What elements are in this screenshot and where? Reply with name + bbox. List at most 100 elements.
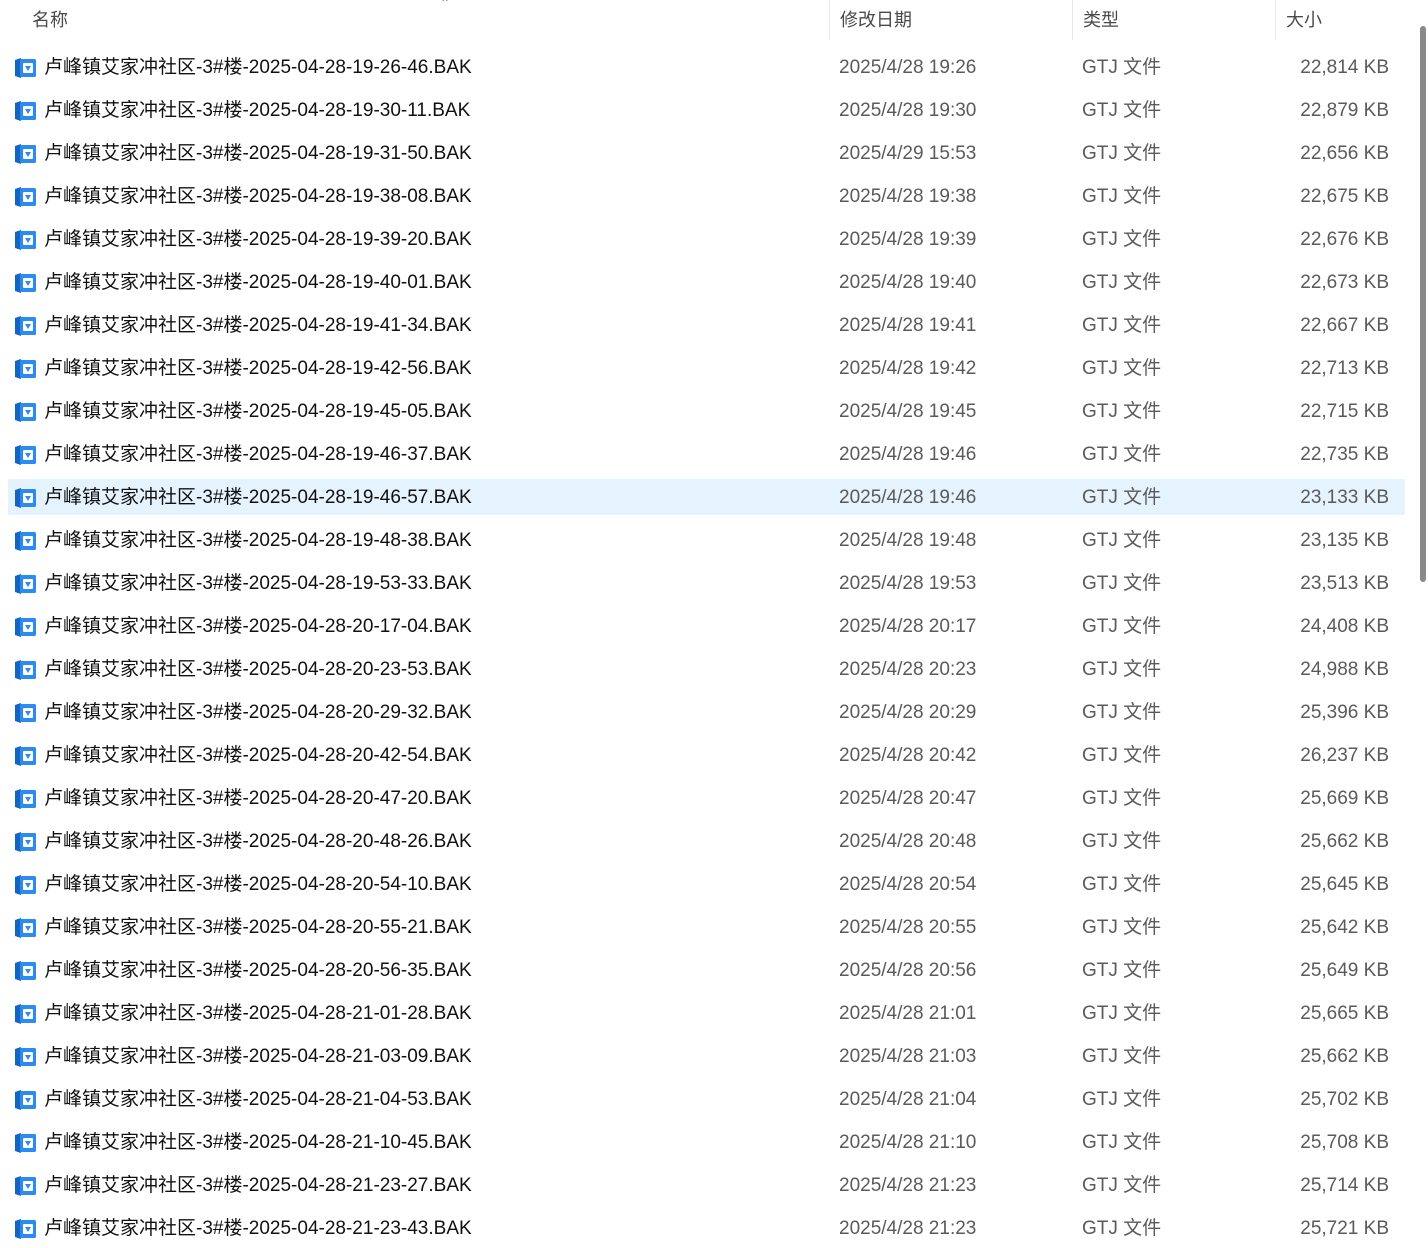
- file-modified-date: 2025/4/28 21:03: [839, 1046, 977, 1067]
- file-modified-date: 2025/4/28 21:23: [839, 1175, 977, 1196]
- file-row[interactable]: 卢峰镇艾家冲社区-3#楼-2025-04-28-20-56-35.BAK 2025…: [0, 949, 1418, 992]
- column-header-name-label: 名称: [32, 10, 68, 30]
- gtj-file-icon: [13, 1217, 37, 1241]
- gtj-file-icon: [13, 357, 37, 381]
- file-type: GTJ 文件: [1082, 444, 1162, 465]
- file-row[interactable]: 卢峰镇艾家冲社区-3#楼-2025-04-28-20-55-21.BAK 2025…: [0, 906, 1418, 949]
- file-size: 23,513 KB: [1300, 573, 1389, 594]
- file-row[interactable]: 卢峰镇艾家冲社区-3#楼-2025-04-28-19-45-05.BAK 2025…: [0, 390, 1418, 433]
- gtj-file-icon: [13, 1131, 37, 1155]
- gtj-file-icon: [13, 271, 37, 295]
- file-row[interactable]: 卢峰镇艾家冲社区-3#楼-2025-04-28-20-17-04.BAK 2025…: [0, 605, 1418, 648]
- gtj-file-icon: [13, 873, 37, 897]
- file-row[interactable]: 卢峰镇艾家冲社区-3#楼-2025-04-28-19-46-37.BAK 2025…: [0, 433, 1418, 476]
- file-size: 25,649 KB: [1300, 960, 1389, 981]
- file-row[interactable]: 卢峰镇艾家冲社区-3#楼-2025-04-28-21-01-28.BAK 2025…: [0, 992, 1418, 1035]
- file-type: GTJ 文件: [1082, 186, 1162, 207]
- file-row[interactable]: 卢峰镇艾家冲社区-3#楼-2025-04-28-19-38-08.BAK 2025…: [0, 175, 1418, 218]
- file-row[interactable]: 卢峰镇艾家冲社区-3#楼-2025-04-28-21-23-43.BAK 2025…: [0, 1207, 1418, 1248]
- file-modified-date: 2025/4/28 19:46: [839, 487, 977, 508]
- file-modified-date: 2025/4/28 19:45: [839, 401, 977, 422]
- file-row[interactable]: 卢峰镇艾家冲社区-3#楼-2025-04-28-19-40-01.BAK 2025…: [0, 261, 1418, 304]
- gtj-file-icon: [13, 701, 37, 725]
- gtj-file-icon: [13, 1088, 37, 1112]
- column-header-name[interactable]: 名称 ⌃: [22, 0, 828, 40]
- file-modified-date: 2025/4/28 19:30: [839, 100, 977, 121]
- scrollbar-thumb[interactable]: [1420, 26, 1426, 582]
- file-size: 22,673 KB: [1300, 272, 1389, 293]
- gtj-file-icon: [13, 56, 37, 80]
- file-type: GTJ 文件: [1082, 745, 1162, 766]
- file-row[interactable]: 卢峰镇艾家冲社区-3#楼-2025-04-28-20-47-20.BAK 2025…: [0, 777, 1418, 820]
- file-size: 25,665 KB: [1300, 1003, 1389, 1024]
- file-type: GTJ 文件: [1082, 573, 1162, 594]
- file-row[interactable]: 卢峰镇艾家冲社区-3#楼-2025-04-28-20-29-32.BAK 2025…: [0, 691, 1418, 734]
- file-size: 25,714 KB: [1300, 1175, 1389, 1196]
- file-row[interactable]: 卢峰镇艾家冲社区-3#楼-2025-04-28-19-48-38.BAK 2025…: [0, 519, 1418, 562]
- vertical-scrollbar[interactable]: [1418, 0, 1428, 1248]
- file-row[interactable]: 卢峰镇艾家冲社区-3#楼-2025-04-28-19-26-46.BAK 2025…: [0, 46, 1418, 89]
- file-modified-date: 2025/4/28 20:17: [839, 616, 977, 637]
- file-name: 卢峰镇艾家冲社区-3#楼-2025-04-28-19-39-20.BAK: [44, 229, 472, 250]
- sort-ascending-icon: ⌃: [440, 0, 451, 10]
- file-row[interactable]: 卢峰镇艾家冲社区-3#楼-2025-04-28-19-42-56.BAK 2025…: [0, 347, 1418, 390]
- file-row[interactable]: 卢峰镇艾家冲社区-3#楼-2025-04-28-19-31-50.BAK 2025…: [0, 132, 1418, 175]
- file-name: 卢峰镇艾家冲社区-3#楼-2025-04-28-21-23-43.BAK: [44, 1218, 472, 1239]
- file-modified-date: 2025/4/28 19:26: [839, 57, 977, 78]
- file-row[interactable]: 卢峰镇艾家冲社区-3#楼-2025-04-28-20-42-54.BAK 2025…: [0, 734, 1418, 777]
- column-header-date[interactable]: 修改日期: [829, 0, 1071, 40]
- file-type: GTJ 文件: [1082, 960, 1162, 981]
- column-header-type[interactable]: 类型: [1072, 0, 1274, 40]
- file-type: GTJ 文件: [1082, 874, 1162, 895]
- file-modified-date: 2025/4/28 20:23: [839, 659, 977, 680]
- file-row[interactable]: 卢峰镇艾家冲社区-3#楼-2025-04-28-20-54-10.BAK 2025…: [0, 863, 1418, 906]
- file-type: GTJ 文件: [1082, 831, 1162, 852]
- file-row[interactable]: 卢峰镇艾家冲社区-3#楼-2025-04-28-20-23-53.BAK 2025…: [0, 648, 1418, 691]
- file-type: GTJ 文件: [1082, 1218, 1162, 1239]
- file-name: 卢峰镇艾家冲社区-3#楼-2025-04-28-21-23-27.BAK: [44, 1175, 472, 1196]
- file-row[interactable]: 卢峰镇艾家冲社区-3#楼-2025-04-28-19-39-20.BAK 2025…: [0, 218, 1418, 261]
- file-row[interactable]: 卢峰镇艾家冲社区-3#楼-2025-04-28-19-30-11.BAK 2025…: [0, 89, 1418, 132]
- file-row[interactable]: 卢峰镇艾家冲社区-3#楼-2025-04-28-21-10-45.BAK 2025…: [0, 1121, 1418, 1164]
- gtj-file-icon: [13, 1045, 37, 1069]
- file-type: GTJ 文件: [1082, 315, 1162, 336]
- gtj-file-icon: [13, 615, 37, 639]
- file-rows: 卢峰镇艾家冲社区-3#楼-2025-04-28-19-26-46.BAK 2025…: [0, 46, 1418, 1248]
- file-modified-date: 2025/4/28 19:39: [839, 229, 977, 250]
- file-name: 卢峰镇艾家冲社区-3#楼-2025-04-28-20-56-35.BAK: [44, 960, 472, 981]
- file-row[interactable]: 卢峰镇艾家冲社区-3#楼-2025-04-28-21-03-09.BAK 2025…: [0, 1035, 1418, 1078]
- file-type: GTJ 文件: [1082, 616, 1162, 637]
- file-row[interactable]: 卢峰镇艾家冲社区-3#楼-2025-04-28-21-23-27.BAK 2025…: [0, 1164, 1418, 1207]
- file-modified-date: 2025/4/28 20:29: [839, 702, 977, 723]
- file-name: 卢峰镇艾家冲社区-3#楼-2025-04-28-19-31-50.BAK: [44, 143, 472, 164]
- file-size: 25,396 KB: [1300, 702, 1389, 723]
- file-size: 22,656 KB: [1300, 143, 1389, 164]
- file-name: 卢峰镇艾家冲社区-3#楼-2025-04-28-21-10-45.BAK: [44, 1132, 472, 1153]
- gtj-file-icon: [13, 314, 37, 338]
- file-row[interactable]: 卢峰镇艾家冲社区-3#楼-2025-04-28-19-53-33.BAK 2025…: [0, 562, 1418, 605]
- file-type: GTJ 文件: [1082, 100, 1162, 121]
- file-name: 卢峰镇艾家冲社区-3#楼-2025-04-28-19-46-37.BAK: [44, 444, 472, 465]
- file-row[interactable]: 卢峰镇艾家冲社区-3#楼-2025-04-28-19-46-57.BAK 2025…: [0, 476, 1418, 519]
- gtj-file-icon: [13, 443, 37, 467]
- file-row[interactable]: 卢峰镇艾家冲社区-3#楼-2025-04-28-20-48-26.BAK 2025…: [0, 820, 1418, 863]
- file-name: 卢峰镇艾家冲社区-3#楼-2025-04-28-19-46-57.BAK: [44, 487, 472, 508]
- file-size: 25,708 KB: [1300, 1132, 1389, 1153]
- file-name: 卢峰镇艾家冲社区-3#楼-2025-04-28-20-55-21.BAK: [44, 917, 472, 938]
- file-name: 卢峰镇艾家冲社区-3#楼-2025-04-28-20-17-04.BAK: [44, 616, 472, 637]
- file-name: 卢峰镇艾家冲社区-3#楼-2025-04-28-19-48-38.BAK: [44, 530, 472, 551]
- file-row[interactable]: 卢峰镇艾家冲社区-3#楼-2025-04-28-21-04-53.BAK 2025…: [0, 1078, 1418, 1121]
- file-size: 25,645 KB: [1300, 874, 1389, 895]
- gtj-file-icon: [13, 529, 37, 553]
- file-type: GTJ 文件: [1082, 1132, 1162, 1153]
- file-modified-date: 2025/4/28 19:41: [839, 315, 977, 336]
- file-size: 25,721 KB: [1300, 1218, 1389, 1239]
- file-modified-date: 2025/4/28 19:38: [839, 186, 977, 207]
- gtj-file-icon: [13, 228, 37, 252]
- file-name: 卢峰镇艾家冲社区-3#楼-2025-04-28-19-45-05.BAK: [44, 401, 472, 422]
- file-size: 24,408 KB: [1300, 616, 1389, 637]
- file-type: GTJ 文件: [1082, 788, 1162, 809]
- file-row[interactable]: 卢峰镇艾家冲社区-3#楼-2025-04-28-19-41-34.BAK 2025…: [0, 304, 1418, 347]
- column-header-size[interactable]: 大小: [1275, 0, 1415, 40]
- gtj-file-icon: [13, 1174, 37, 1198]
